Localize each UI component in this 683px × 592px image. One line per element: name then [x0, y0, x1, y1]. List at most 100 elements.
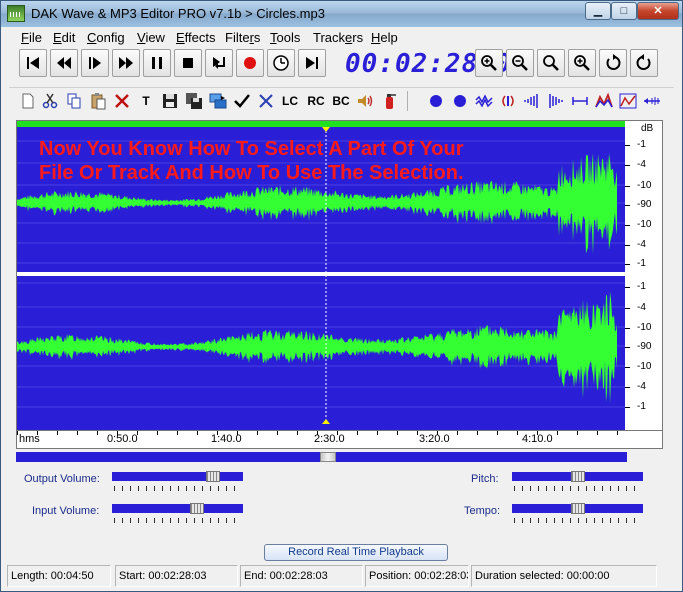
both-channels-button[interactable]: BC — [330, 90, 352, 112]
volume-button[interactable] — [354, 90, 376, 112]
pitch-thumb[interactable] — [571, 471, 585, 482]
zoom-selection-button[interactable] — [568, 49, 596, 77]
status-bar: Length: 00:04:50 Start: 00:02:28:03 End:… — [4, 564, 680, 588]
amplify-button[interactable] — [593, 90, 615, 112]
menu-effects[interactable]: Effects — [176, 30, 216, 45]
fade-out-icon — [549, 94, 563, 108]
menu-trackers[interactable]: Trackers — [313, 30, 363, 45]
fade-out-button[interactable] — [545, 90, 567, 112]
record-timer-button[interactable] — [267, 49, 295, 77]
pitch-slider[interactable] — [512, 471, 643, 482]
right-channel-button[interactable]: RC — [305, 90, 327, 112]
text-tool-button[interactable]: T — [135, 90, 157, 112]
mark-end-button[interactable] — [449, 90, 471, 112]
edit-toolbar: T LC RC BC — [9, 87, 674, 113]
right-channel-db-tick — [625, 347, 630, 348]
silence-button[interactable] — [569, 90, 591, 112]
time-ruler-tick — [197, 431, 198, 435]
echo-button[interactable] — [497, 90, 519, 112]
save-button[interactable] — [159, 90, 181, 112]
horizontal-scrollbar[interactable] — [16, 452, 627, 462]
delete-button[interactable] — [111, 90, 133, 112]
minimize-button[interactable]: ▁ — [585, 2, 611, 20]
zoom-in-button[interactable] — [475, 49, 503, 77]
save-all-button[interactable] — [183, 90, 205, 112]
status-position: Position: 00:02:28:03 — [365, 565, 469, 587]
speaker-icon — [358, 95, 373, 107]
new-file-button[interactable] — [17, 90, 39, 112]
rewind-button[interactable] — [50, 49, 78, 77]
maximize-button[interactable]: □ — [611, 2, 637, 20]
record-icon — [244, 57, 256, 69]
menu-config[interactable]: Config — [87, 30, 125, 45]
zoom-out-button[interactable] — [506, 49, 534, 77]
right-channel-db-label: -4 — [637, 302, 646, 313]
redo-button[interactable] — [630, 49, 658, 77]
output-volume-label: Output Volume: — [24, 473, 100, 485]
scrollbar-thumb[interactable] — [320, 452, 336, 462]
pitch-label: Pitch: — [471, 473, 499, 485]
menu-filters[interactable]: Filters — [225, 30, 260, 45]
waveform-canvas[interactable]: Now You Know How To Select A Part Of You… — [17, 121, 625, 430]
time-ruler-tick — [237, 431, 238, 435]
effects-wizard-button[interactable] — [378, 90, 400, 112]
pause-button[interactable] — [143, 49, 171, 77]
fast-forward-button[interactable] — [112, 49, 140, 77]
skip-forward-icon — [306, 57, 318, 69]
paste-button[interactable] — [87, 90, 109, 112]
cancel-button[interactable] — [255, 90, 277, 112]
menu-tools[interactable]: Tools — [270, 30, 300, 45]
title-bar[interactable]: DAK Wave & MP3 Editor PRO v7.1b > Circle… — [1, 1, 682, 27]
copy-button[interactable] — [63, 90, 85, 112]
zoom-out-icon — [512, 55, 528, 71]
tempo-label: Tempo: — [464, 505, 501, 517]
output-volume-thumb[interactable] — [206, 471, 220, 482]
amplify-icon — [595, 92, 613, 108]
zoom-all-button[interactable] — [537, 49, 565, 77]
record-button[interactable] — [236, 49, 264, 77]
left-channel-button[interactable]: LC — [279, 90, 301, 112]
time-ruler-tick — [557, 431, 558, 435]
convert-button[interactable] — [207, 90, 229, 112]
go-to-start-button[interactable] — [19, 49, 47, 77]
time-ruler[interactable]: hms 0:50.0 1:40.0 2:30.0 3:20.0 4:10.0 — [16, 431, 663, 449]
noise-button[interactable] — [473, 90, 495, 112]
undo-button[interactable] — [599, 49, 627, 77]
go-to-end-button[interactable] — [298, 49, 326, 77]
play-button[interactable] — [81, 49, 109, 77]
stop-button[interactable] — [174, 49, 202, 77]
dot-icon — [430, 95, 442, 107]
time-ruler-tick — [157, 431, 158, 435]
time-ruler-tick — [277, 431, 278, 435]
play-icon — [89, 57, 101, 69]
stretch-button[interactable] — [641, 90, 663, 112]
input-volume-thumb[interactable] — [190, 503, 204, 514]
transport-toolbar: 00:02:28.0 — [9, 49, 674, 81]
tempo-thumb[interactable] — [571, 503, 585, 514]
menu-help[interactable]: Help — [371, 30, 398, 45]
convert-icon — [209, 93, 227, 109]
time-ruler-tick — [57, 431, 58, 435]
waveform-panel[interactable]: Now You Know How To Select A Part Of You… — [16, 120, 663, 431]
fade-in-button[interactable] — [521, 90, 543, 112]
tempo-ticks — [514, 518, 642, 523]
right-channel-db-tick — [625, 328, 630, 329]
right-channel-db-label: -10 — [637, 322, 652, 333]
input-volume-slider[interactable] — [112, 503, 243, 514]
echo-icon — [502, 95, 514, 107]
close-button[interactable]: ✕ — [637, 2, 679, 20]
output-volume-slider[interactable] — [112, 471, 243, 482]
menu-edit[interactable]: Edit — [53, 30, 75, 45]
normalize-button[interactable] — [617, 90, 639, 112]
db-scale: dB -1 -4 -10 -90 -10 -4 -1 -1 -4 -10 -90 -10 -4 -1 — [625, 121, 662, 430]
tempo-slider[interactable] — [512, 503, 643, 514]
apply-button[interactable] — [231, 90, 253, 112]
time-ruler-tick — [617, 431, 618, 435]
record-real-time-playback-button[interactable]: Record Real Time Playback — [264, 544, 448, 561]
fast-forward-icon — [119, 57, 133, 69]
menu-file[interactable]: File — [21, 30, 42, 45]
play-loop-button[interactable] — [205, 49, 233, 77]
mark-start-button[interactable] — [425, 90, 447, 112]
menu-view[interactable]: View — [137, 30, 165, 45]
cut-button[interactable] — [39, 90, 61, 112]
